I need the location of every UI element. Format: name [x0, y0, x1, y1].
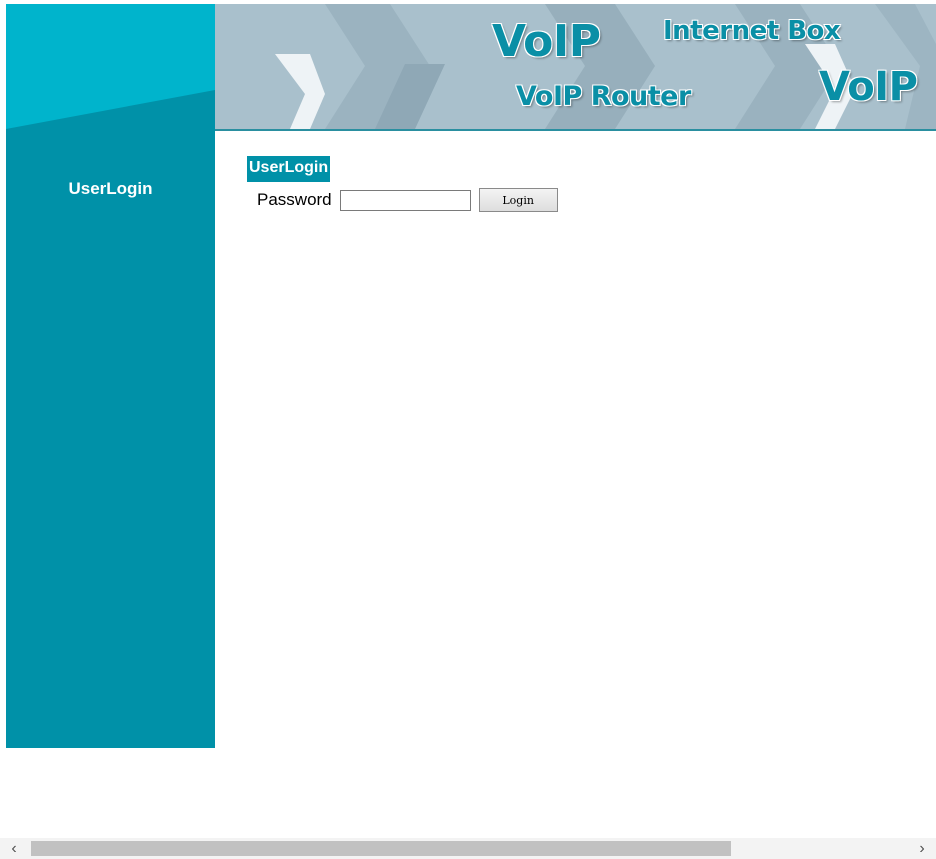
section-title: UserLogin — [247, 156, 331, 182]
scroll-left-icon[interactable]: ‹ — [0, 838, 28, 859]
page: UserLogin VoIP Internet Box VoIP Router … — [0, 0, 936, 859]
login-button[interactable]: Login — [478, 188, 558, 212]
password-label: Password — [257, 190, 332, 209]
scroll-right-icon[interactable]: › — [908, 838, 936, 859]
horizontal-scrollbar[interactable]: ‹ › — [0, 838, 936, 859]
banner-internet-box: Internet Box — [662, 15, 841, 47]
banner-voip-title: VoIP — [491, 15, 601, 68]
scroll-thumb[interactable] — [31, 841, 731, 856]
login-form: Password Login — [257, 188, 558, 212]
main-content: UserLogin Password Login — [247, 156, 558, 212]
banner-voip-router: VoIP Router — [515, 80, 692, 113]
header-banner: VoIP Internet Box VoIP Router VoIP — [215, 4, 936, 131]
banner-voip-right: VoIP — [818, 63, 918, 111]
sidebar-item-userlogin[interactable]: UserLogin — [6, 179, 215, 199]
sidebar: UserLogin — [6, 4, 215, 748]
sidebar-header-graphic — [6, 4, 215, 129]
password-input[interactable] — [339, 189, 471, 211]
